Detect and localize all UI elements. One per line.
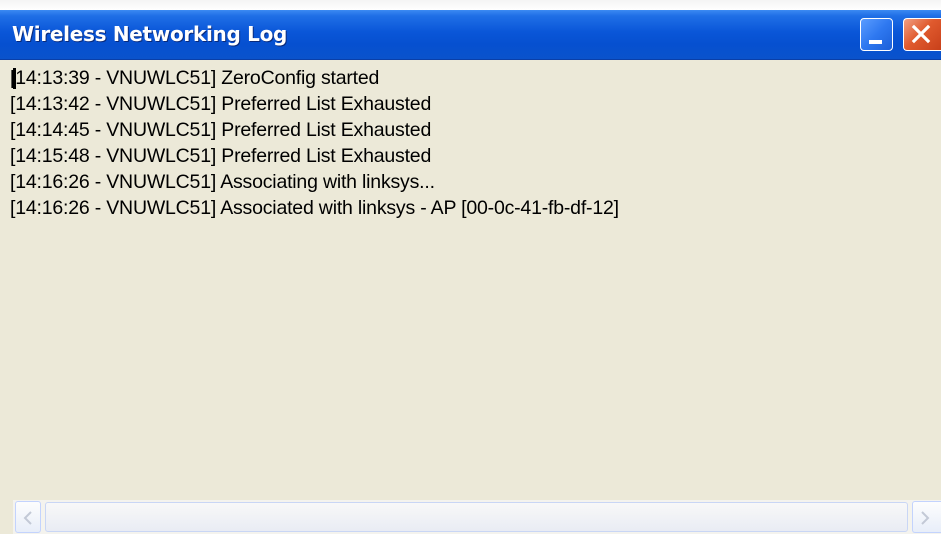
log-entry: [14:16:26 - VNUWLC51] Associating with l… (10, 171, 435, 193)
minimize-icon (869, 40, 882, 44)
minimize-button[interactable] (860, 18, 893, 51)
close-button[interactable] (903, 18, 941, 51)
scrollbar-track[interactable] (43, 501, 910, 533)
log-text-area[interactable]: [14:13:39 - VNUWLC51] ZeroConfig started… (10, 65, 941, 490)
scroll-left-button[interactable] (15, 501, 41, 533)
scroll-right-button[interactable] (912, 501, 941, 533)
background-strip (0, 0, 941, 10)
scroll-right-icon (921, 511, 930, 525)
close-icon (911, 24, 931, 44)
title-bar[interactable]: Wireless Networking Log (0, 10, 941, 60)
log-window: Wireless Networking Log [14:13:39 - VNUW… (0, 10, 941, 534)
window-title: Wireless Networking Log (12, 22, 288, 46)
log-entry: [14:16:26 - VNUWLC51] Associated with li… (10, 197, 619, 219)
scrollbar-thumb[interactable] (45, 502, 908, 532)
log-list: [14:13:39 - VNUWLC51] ZeroConfig started… (10, 65, 619, 221)
scroll-left-icon (23, 511, 32, 525)
horizontal-scrollbar[interactable] (13, 500, 941, 534)
log-entry: [14:14:45 - VNUWLC51] Preferred List Exh… (10, 119, 432, 141)
log-entry: [14:15:48 - VNUWLC51] Preferred List Exh… (10, 145, 432, 167)
log-entry: [14:13:42 - VNUWLC51] Preferred List Exh… (10, 93, 432, 115)
log-entry: [14:13:39 - VNUWLC51] ZeroConfig started (10, 67, 380, 89)
